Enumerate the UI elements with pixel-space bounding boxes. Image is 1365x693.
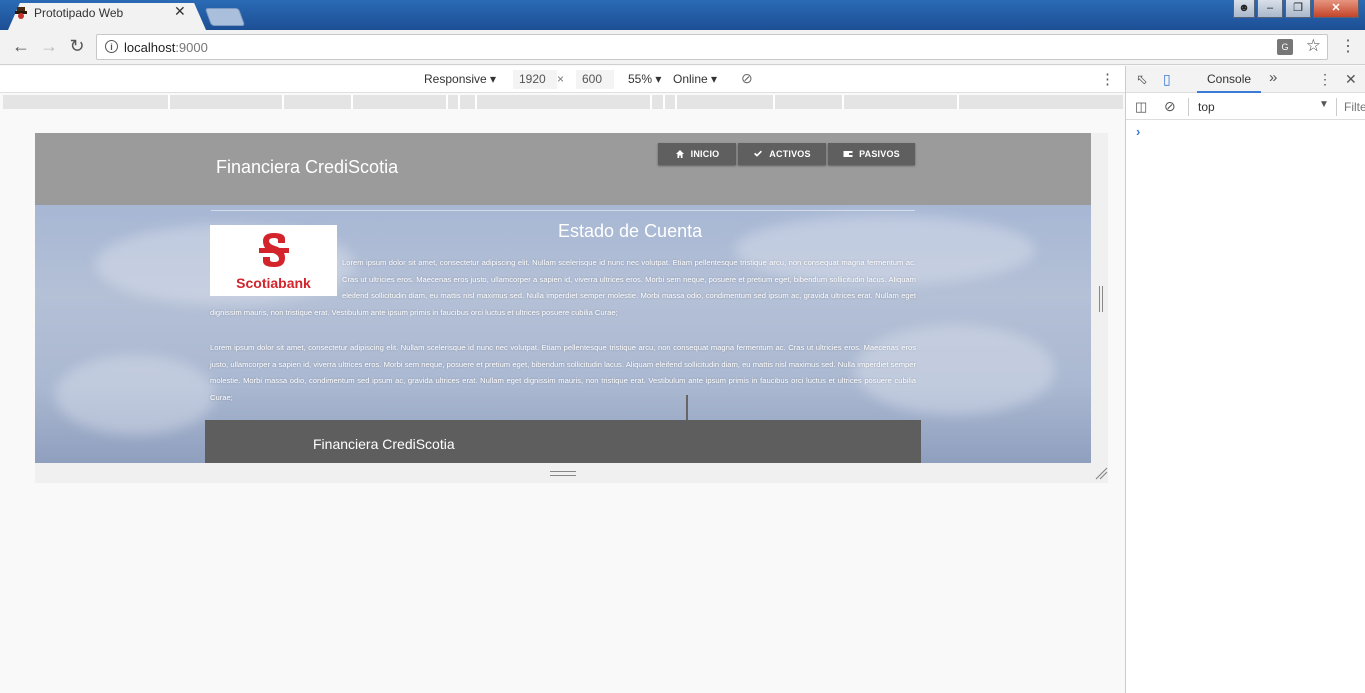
- network-throttle-select[interactable]: Online ▾: [673, 72, 717, 86]
- console-toolbar: ◫ ⊘ top ▼: [1126, 94, 1365, 120]
- tab-close-icon[interactable]: ✕: [174, 3, 186, 20]
- home-icon: [675, 150, 684, 158]
- nav-inicio-button[interactable]: INICIO: [658, 143, 736, 165]
- nav-pasivos-button[interactable]: PASIVOS: [828, 143, 915, 165]
- tab-title: Prototipado Web: [34, 6, 124, 20]
- check-icon: [754, 150, 763, 157]
- clear-console-icon[interactable]: ⊘: [1164, 98, 1176, 115]
- viewport-corner-resize-icon[interactable]: [1094, 466, 1108, 480]
- maximize-button[interactable]: ❐: [1285, 0, 1311, 18]
- device-mode-select[interactable]: Responsive ▾: [424, 72, 496, 86]
- divider: [211, 210, 915, 211]
- wallet-icon: [843, 151, 853, 157]
- filter-input[interactable]: [1344, 97, 1365, 116]
- devtools-tabbar: ⬁ ▯ Console » ⋮ ✕: [1126, 66, 1365, 93]
- zoom-select[interactable]: 55% ▾: [628, 72, 661, 86]
- viewport-width-resize-handle[interactable]: [1099, 286, 1103, 312]
- nav-activos-button[interactable]: ACTIVOS: [738, 143, 826, 165]
- rotate-icon[interactable]: ⊘: [741, 70, 753, 87]
- minimize-button[interactable]: –: [1257, 0, 1283, 18]
- address-bar-row: ← → ↻ i localhost:9000 G ☆ ⋮: [0, 30, 1365, 65]
- site-info-icon[interactable]: i: [105, 40, 118, 53]
- device-toolbar: Responsive ▾ 1920 × 600 55% ▾ Online ▾ ⊘…: [0, 66, 1125, 93]
- site-brand[interactable]: Financiera CrediScotia: [216, 157, 398, 178]
- devtools-menu-icon[interactable]: ⋮: [1318, 71, 1332, 88]
- more-tabs-icon[interactable]: »: [1269, 69, 1277, 86]
- device-toggle-icon[interactable]: ▯: [1163, 71, 1171, 88]
- site-header: Financiera CrediScotia INICIO ACTIVOS PA…: [35, 133, 1091, 205]
- favicon-icon: [15, 7, 27, 19]
- height-input[interactable]: 600: [576, 70, 614, 89]
- new-tab-button[interactable]: [204, 8, 246, 26]
- intro-paragraph-1: Lorem ipsum dolor sit amet, consectetur …: [210, 258, 916, 317]
- context-dropdown-icon[interactable]: ▼: [1319, 99, 1329, 110]
- translate-icon[interactable]: G: [1277, 39, 1293, 55]
- close-window-button[interactable]: ✕: [1313, 0, 1359, 18]
- site-nav: INICIO ACTIVOS PASIVOS: [658, 143, 915, 165]
- site-footer: Financiera CrediScotia: [205, 420, 921, 463]
- media-query-bar[interactable]: [3, 95, 1123, 109]
- page-title: Estado de Cuenta: [558, 221, 703, 241]
- intro-paragraph-2: Lorem ipsum dolor sit amet, consectetur …: [210, 343, 916, 402]
- device-toolbar-menu-icon[interactable]: ⋮: [1100, 70, 1115, 88]
- emulated-viewport: Financiera CrediScotia INICIO ACTIVOS PA…: [35, 133, 1091, 463]
- browser-menu-icon[interactable]: ⋮: [1340, 36, 1356, 56]
- browser-titlebar: Prototipado Web ✕ ☻ – ❐ ✕: [0, 0, 1365, 30]
- url-text: localhost:9000: [124, 40, 208, 55]
- tab-console[interactable]: Console: [1197, 66, 1262, 93]
- devtools-close-icon[interactable]: ✕: [1345, 71, 1357, 88]
- bookmark-star-icon[interactable]: ☆: [1306, 36, 1321, 56]
- window-controls: ☻ – ❐ ✕: [1233, 0, 1359, 18]
- width-input[interactable]: 1920: [513, 70, 557, 89]
- reload-icon[interactable]: ↻: [67, 36, 87, 57]
- url-input[interactable]: i localhost:9000 G ☆: [96, 34, 1328, 60]
- context-select[interactable]: top: [1198, 100, 1215, 114]
- times-sign: ×: [557, 72, 565, 86]
- user-icon[interactable]: ☻: [1233, 0, 1255, 18]
- forward-icon[interactable]: →: [39, 36, 59, 57]
- viewport-height-resize-handle[interactable]: [550, 471, 576, 476]
- sidebar-toggle-icon[interactable]: ◫: [1135, 99, 1147, 115]
- devtools-panel: ⬁ ▯ Console » ⋮ ✕ ◫ ⊘ top ▼ ›: [1125, 66, 1365, 693]
- back-icon[interactable]: ←: [11, 36, 31, 57]
- footer-brand: Financiera CrediScotia: [313, 436, 455, 452]
- inspect-element-icon[interactable]: ⬁: [1136, 71, 1148, 88]
- console-prompt[interactable]: ›: [1136, 124, 1140, 139]
